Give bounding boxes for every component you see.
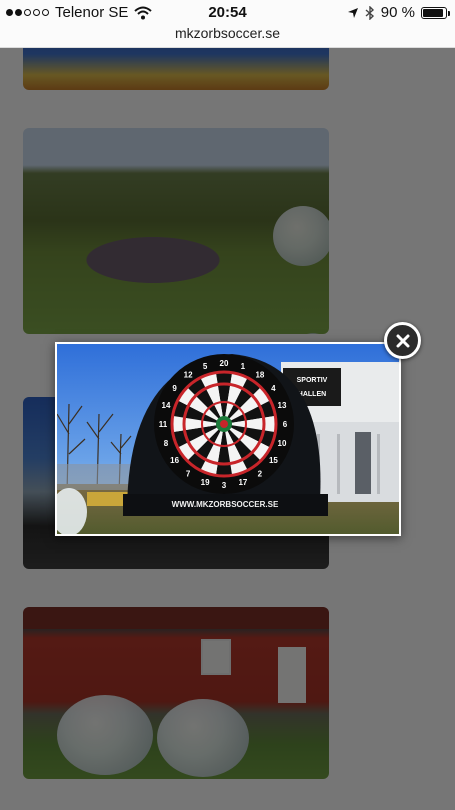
dartboard-number: 17 bbox=[238, 478, 247, 487]
address-bar-url[interactable]: mkzorbsoccer.se bbox=[0, 25, 455, 41]
dartboard-number: 9 bbox=[172, 384, 177, 393]
bluetooth-icon bbox=[365, 5, 374, 20]
dartboard-number: 5 bbox=[203, 362, 208, 371]
dartboard-number: 11 bbox=[159, 420, 168, 429]
banner-text: WWW.MKZORBSOCCER.SE bbox=[172, 500, 279, 509]
lightbox-close-button[interactable] bbox=[384, 322, 421, 359]
dartboard-number: 7 bbox=[186, 469, 191, 478]
dartboard-number: 4 bbox=[271, 384, 276, 393]
dartboard-number: 8 bbox=[164, 439, 169, 448]
dartboard-photo: SPORTIV HALLEN WWW.MKZORBSOCCER.SE 20 118… bbox=[57, 344, 399, 534]
close-icon bbox=[396, 334, 409, 347]
battery-level bbox=[423, 8, 443, 17]
dartboard-number: 12 bbox=[184, 371, 193, 380]
dartboard-number: 1 bbox=[241, 362, 246, 371]
dartboard-number: 16 bbox=[170, 456, 179, 465]
dartboard-number: 18 bbox=[255, 371, 264, 380]
dartboard-number: 6 bbox=[283, 420, 288, 429]
lightbox-image: SPORTIV HALLEN WWW.MKZORBSOCCER.SE 20 1 18… bbox=[55, 342, 401, 536]
ios-status-bar: Telenor SE 20:54 90 % mkzorbsoccer.se bbox=[0, 0, 455, 48]
dartboard-number: 13 bbox=[278, 401, 287, 410]
dartboard-number: 3 bbox=[222, 481, 227, 490]
dartboard-number: 14 bbox=[162, 401, 171, 410]
dartboard: 20 1 18 413 6 1015 2 17 3 19 7 168 11 149 12 5 bbox=[154, 354, 294, 494]
svg-text:SPORTIV: SPORTIV bbox=[297, 377, 328, 384]
battery-icon bbox=[421, 6, 450, 19]
dartboard-number: 2 bbox=[258, 469, 263, 478]
dartboard-number: 10 bbox=[278, 439, 287, 448]
battery-percentage: 90 % bbox=[380, 4, 415, 21]
dartboard-number: 15 bbox=[269, 456, 278, 465]
location-arrow-icon bbox=[347, 7, 358, 18]
dartboard-number: 20 bbox=[220, 359, 229, 368]
dartboard-number: 19 bbox=[201, 478, 210, 487]
